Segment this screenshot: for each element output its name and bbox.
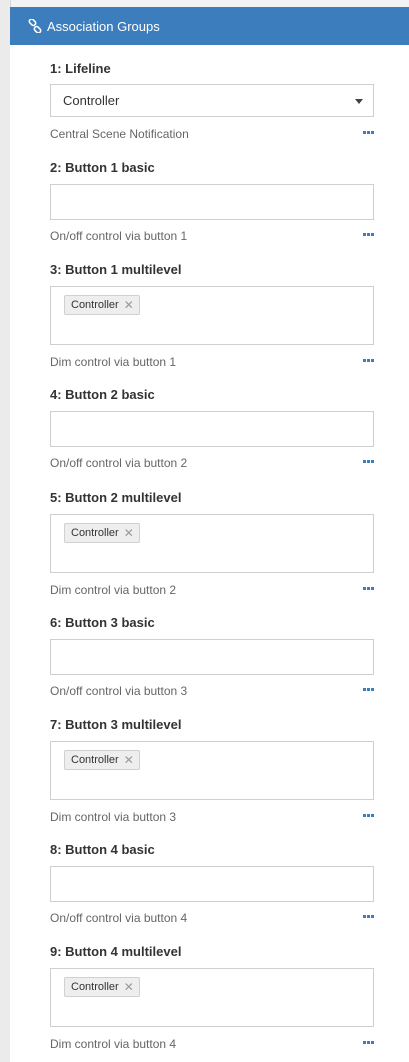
description-row: Dim control via button 3 (50, 808, 374, 824)
group-multi-input[interactable]: Controller ✕ (50, 968, 374, 1027)
more-dots-icon[interactable] (363, 359, 374, 362)
controller-tag[interactable]: Controller ✕ (64, 977, 140, 997)
group-description: On/off control via button 4 (50, 911, 188, 925)
group-input[interactable] (50, 866, 374, 902)
description-row: Dim control via button 2 (50, 581, 374, 597)
caret-down-icon (355, 99, 363, 104)
tag-label: Controller (71, 754, 119, 766)
association-groups-panel: Association Groups 1: Lifeline Controlle… (10, 7, 409, 1062)
group-description: On/off control via button 3 (50, 684, 188, 698)
remove-x-icon[interactable]: ✕ (124, 299, 134, 311)
group-9: 9: Button 4 multilevel Controller ✕ Dim … (50, 944, 374, 1051)
description-row: On/off control via button 2 (50, 454, 374, 470)
group-8: 8: Button 4 basic On/off control via but… (50, 842, 374, 925)
group-multi-input[interactable]: Controller ✕ (50, 514, 374, 573)
tag-label: Controller (71, 981, 119, 993)
panel-title: Association Groups (47, 18, 160, 34)
lifeline-select[interactable]: Controller (50, 84, 374, 117)
remove-x-icon[interactable]: ✕ (124, 981, 134, 993)
group-description: On/off control via button 1 (50, 229, 188, 243)
group-6: 6: Button 3 basic On/off control via but… (50, 615, 374, 698)
description-row: On/off control via button 4 (50, 909, 374, 925)
group-title: 7: Button 3 multilevel (50, 717, 182, 732)
more-dots-icon[interactable] (363, 460, 374, 463)
tag-label: Controller (71, 527, 119, 539)
description-row: Dim control via button 1 (50, 353, 374, 369)
group-description: On/off control via button 2 (50, 456, 188, 470)
description-row: On/off control via button 1 (50, 227, 374, 243)
description-row: On/off control via button 3 (50, 682, 374, 698)
more-dots-icon[interactable] (363, 131, 374, 134)
panel-header[interactable]: Association Groups (10, 7, 409, 45)
remove-x-icon[interactable]: ✕ (124, 754, 134, 766)
more-dots-icon[interactable] (363, 814, 374, 817)
group-2: 2: Button 1 basic On/off control via but… (50, 160, 374, 243)
group-description: Dim control via button 4 (50, 1037, 177, 1051)
group-input[interactable] (50, 411, 374, 447)
group-description: Central Scene Notification (50, 127, 189, 141)
more-dots-icon[interactable] (363, 233, 374, 236)
group-title: 9: Button 4 multilevel (50, 944, 182, 959)
group-3: 3: Button 1 multilevel Controller ✕ Dim … (50, 262, 374, 369)
group-input[interactable] (50, 184, 374, 220)
group-7: 7: Button 3 multilevel Controller ✕ Dim … (50, 717, 374, 824)
group-multi-input[interactable]: Controller ✕ (50, 286, 374, 345)
controller-tag[interactable]: Controller ✕ (64, 523, 140, 543)
group-4: 4: Button 2 basic On/off control via but… (50, 387, 374, 470)
group-description: Dim control via button 2 (50, 583, 177, 597)
more-dots-icon[interactable] (363, 587, 374, 590)
group-title: 3: Button 1 multilevel (50, 262, 182, 277)
group-description: Dim control via button 1 (50, 355, 177, 369)
group-title: 8: Button 4 basic (50, 842, 155, 857)
group-title: 6: Button 3 basic (50, 615, 155, 630)
group-title: 2: Button 1 basic (50, 160, 155, 175)
tag-label: Controller (71, 299, 119, 311)
remove-x-icon[interactable]: ✕ (124, 527, 134, 539)
group-input[interactable] (50, 639, 374, 675)
link-icon (28, 19, 42, 33)
controller-tag[interactable]: Controller ✕ (64, 750, 140, 770)
group-5: 5: Button 2 multilevel Controller ✕ Dim … (50, 490, 374, 597)
more-dots-icon[interactable] (363, 915, 374, 918)
group-title: 1: Lifeline (50, 61, 111, 76)
group-description: Dim control via button 3 (50, 810, 177, 824)
more-dots-icon[interactable] (363, 688, 374, 691)
group-title: 5: Button 2 multilevel (50, 490, 182, 505)
description-row: Dim control via button 4 (50, 1035, 374, 1051)
description-row: Central Scene Notification (50, 125, 374, 141)
controller-tag[interactable]: Controller ✕ (64, 295, 140, 315)
group-1: 1: Lifeline Controller Central Scene Not… (50, 61, 374, 141)
group-title: 4: Button 2 basic (50, 387, 155, 402)
select-value: Controller (63, 93, 120, 108)
group-multi-input[interactable]: Controller ✕ (50, 741, 374, 800)
more-dots-icon[interactable] (363, 1041, 374, 1044)
